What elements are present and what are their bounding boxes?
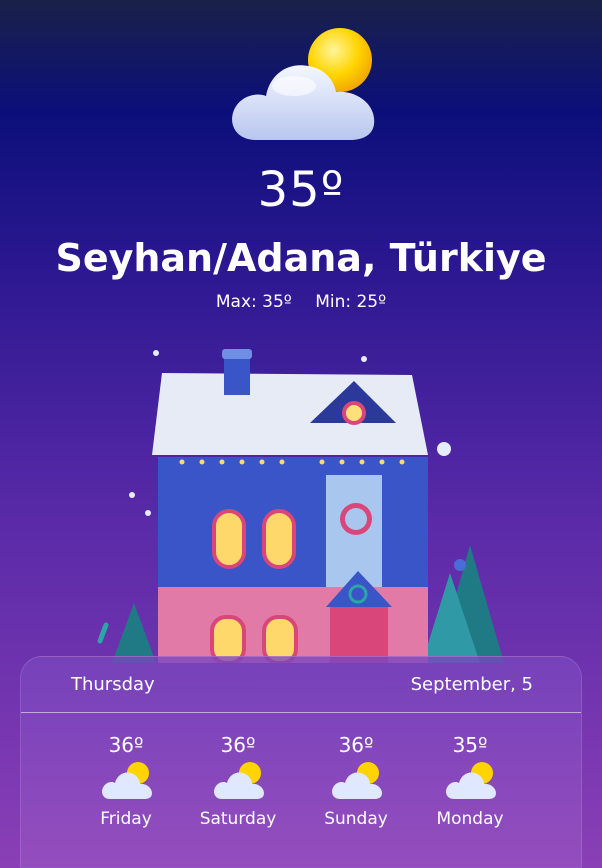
forecast-panel: Thursday September, 5 36º Friday 36º Sat…	[20, 656, 582, 868]
partly-cloudy-icon	[332, 762, 382, 799]
forecast-item-monday: 35º Monday	[415, 733, 525, 829]
partly-cloudy-icon	[102, 762, 152, 799]
partly-cloudy-icon	[446, 762, 496, 799]
forecast-day: Sunday	[324, 809, 388, 829]
forecast-temperature: 36º	[338, 733, 374, 757]
forecast-list: 36º Friday 36º Saturday 36º Sunday 35º M…	[21, 733, 581, 853]
house-illustration	[97, 349, 504, 663]
forecast-temperature: 35º	[452, 733, 488, 757]
forecast-header: Thursday September, 5	[21, 657, 581, 713]
min-temperature: Min: 25º	[315, 292, 387, 312]
forecast-item-friday: 36º Friday	[71, 733, 181, 829]
current-temperature: 35º	[257, 162, 345, 218]
location-title: Seyhan/Adana, Türkiye	[55, 236, 547, 280]
current-date-label: September, 5	[410, 674, 533, 695]
partly-cloudy-icon	[214, 762, 264, 799]
partly-cloudy-icon	[232, 28, 375, 140]
forecast-temperature: 36º	[220, 733, 256, 757]
forecast-day: Friday	[100, 809, 152, 829]
forecast-temperature: 36º	[108, 733, 144, 757]
forecast-item-sunday: 36º Sunday	[301, 733, 411, 829]
current-day-label: Thursday	[71, 674, 155, 695]
forecast-item-saturday: 36º Saturday	[183, 733, 293, 829]
forecast-day: Saturday	[199, 809, 277, 829]
min-max-row: Max: 35º Min: 25º	[0, 292, 602, 312]
max-temperature: Max: 35º	[215, 292, 292, 312]
forecast-day: Monday	[436, 809, 504, 829]
